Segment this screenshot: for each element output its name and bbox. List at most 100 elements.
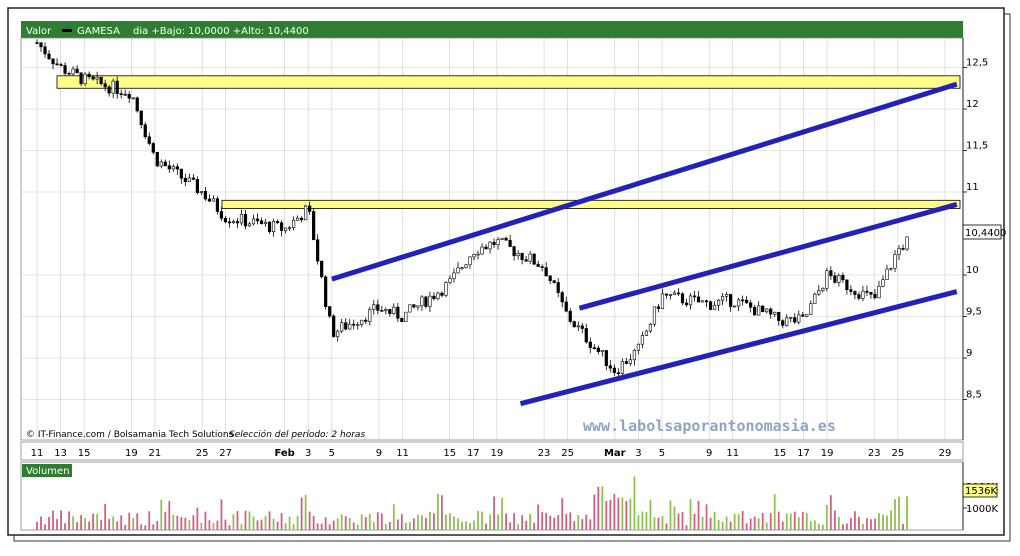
volume-bar	[284, 523, 287, 530]
candle-body	[283, 227, 288, 231]
date-tick-label: 15	[774, 448, 787, 459]
candle-body	[71, 68, 75, 75]
volume-bar	[64, 523, 66, 530]
candle-body	[680, 293, 685, 304]
date-tick-label: 25	[891, 448, 904, 459]
candle-body	[304, 205, 308, 221]
candle-body	[171, 166, 175, 170]
date-tick-label: 9	[376, 448, 382, 459]
price-chart: Valor GAMESA dia +Bajo: 10,0000 +Alto: 1…	[7, 7, 1011, 542]
candle-body	[95, 76, 99, 80]
volume-bar	[845, 523, 848, 530]
volume-bar	[376, 512, 379, 530]
candle-body	[592, 347, 596, 350]
volume-bar	[661, 515, 664, 530]
candle-body	[672, 292, 677, 296]
candle-body	[67, 73, 71, 75]
volume-bar	[753, 516, 756, 530]
candle-body	[877, 285, 881, 299]
candle-body	[151, 143, 155, 153]
candle-body	[893, 254, 897, 269]
candle-body	[404, 311, 408, 322]
candle-body	[733, 305, 737, 308]
date-tick-label: Feb	[274, 448, 294, 459]
volume-bar	[368, 513, 371, 530]
volume-bar	[160, 499, 163, 530]
price-tick-label: 11,5	[966, 141, 988, 152]
volume-bar	[132, 518, 135, 530]
candle-body	[572, 321, 576, 328]
date-tick-label: 11	[726, 448, 739, 459]
volume-bar	[48, 516, 50, 530]
candle-body	[781, 320, 785, 326]
candle-body	[143, 124, 147, 138]
volume-bar	[404, 522, 407, 530]
volume-bar	[96, 514, 99, 530]
candle-body	[696, 296, 701, 303]
period-text: Selección del período: 2 horas	[229, 429, 365, 440]
candle-body	[344, 322, 348, 330]
candle-body	[227, 221, 232, 224]
volume-current-label: 1536K	[965, 486, 997, 497]
volume-bar	[505, 513, 507, 530]
candle-body	[632, 349, 636, 361]
date-tick-label: 25	[196, 448, 209, 459]
volume-bar	[501, 498, 503, 530]
candle-body	[468, 256, 472, 266]
volume-bar	[737, 514, 740, 530]
candle-body	[99, 76, 103, 85]
volume-bar	[809, 521, 812, 530]
volume-bar	[862, 523, 864, 530]
candle-body	[520, 253, 524, 260]
candle-body	[801, 314, 805, 317]
candle-body	[43, 46, 47, 55]
candle-body	[861, 290, 865, 299]
candle-body	[684, 302, 689, 306]
candle-body	[720, 295, 725, 301]
candle-body	[837, 274, 841, 283]
volume-bar	[629, 498, 632, 530]
candle-body	[829, 270, 833, 277]
candle-body	[849, 289, 853, 292]
volume-bar	[356, 524, 359, 530]
candle-body	[424, 296, 428, 307]
candle-body	[255, 218, 260, 222]
volume-bar	[236, 511, 239, 530]
volume-bar	[697, 500, 700, 530]
volume-bar	[565, 513, 568, 530]
candle-body	[296, 217, 300, 221]
candle-body	[368, 308, 372, 322]
volume-bar	[833, 510, 836, 530]
volume-bar	[152, 524, 155, 530]
candle-body	[500, 237, 504, 240]
volume-bar	[685, 525, 688, 530]
volume-bar	[457, 518, 459, 530]
volume-bar	[252, 516, 255, 530]
candle-body	[596, 347, 600, 353]
candle-body	[87, 73, 91, 78]
candle-body	[873, 293, 877, 299]
volume-bar	[849, 517, 852, 530]
candle-body	[817, 290, 821, 295]
volume-bar	[761, 512, 764, 530]
volume-bar	[429, 511, 431, 530]
candle-body	[552, 280, 556, 283]
volume-bar	[328, 524, 331, 530]
candle-body	[279, 222, 284, 231]
date-tick-label: 23	[538, 448, 551, 459]
volume-bar	[441, 495, 443, 530]
volume-bar	[272, 518, 275, 530]
volume-bar	[228, 525, 231, 530]
candle-body	[741, 299, 745, 302]
volume-bar	[72, 516, 74, 530]
candle-body	[199, 191, 203, 193]
candle-body	[103, 83, 107, 88]
volume-bar	[465, 521, 467, 530]
volume-bar	[773, 494, 776, 530]
candle-body	[163, 161, 167, 167]
candle-body	[640, 335, 645, 345]
candle-body	[223, 217, 228, 223]
candle-body	[420, 296, 424, 307]
date-tick-label: 29	[939, 448, 952, 459]
resistance-band	[221, 199, 961, 210]
